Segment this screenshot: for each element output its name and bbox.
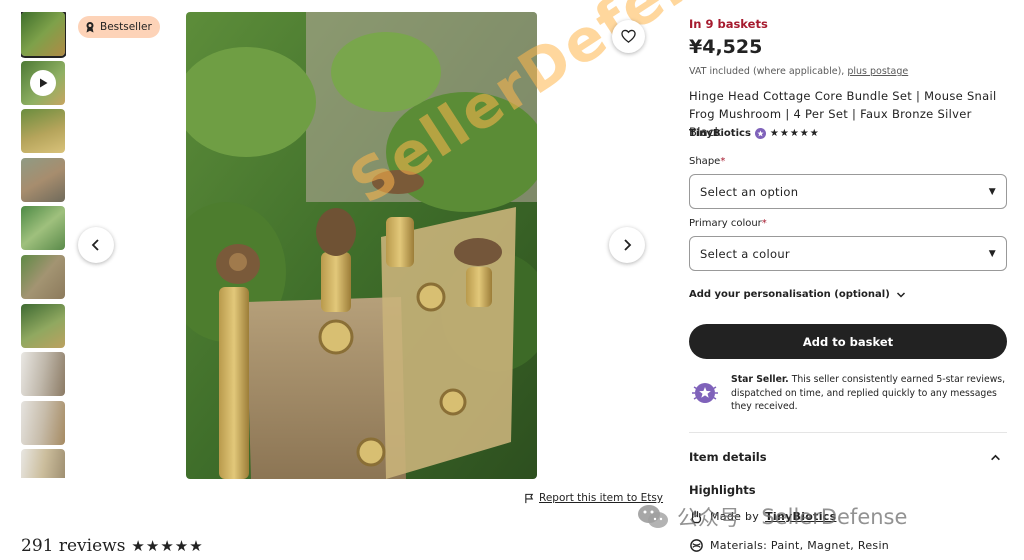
item-details-toggle[interactable]: Item details — [689, 450, 1007, 464]
caret-down-icon: ▼ — [988, 248, 996, 259]
chevron-down-icon — [896, 291, 905, 298]
add-to-basket-button[interactable]: Add to basket — [689, 324, 1007, 359]
favorite-button[interactable] — [612, 20, 645, 53]
materials-row: Materials: Paint, Magnet, Resin — [689, 538, 889, 553]
thumbnail-video[interactable] — [21, 60, 65, 105]
thumbnail-9[interactable] — [21, 400, 65, 445]
shape-label: Shape* — [689, 156, 725, 167]
thumbnail-6[interactable] — [21, 254, 65, 299]
next-image-button[interactable] — [609, 227, 645, 263]
shape-select[interactable]: Select an option ▼ — [689, 174, 1007, 209]
star-seller-title: Star Seller. — [731, 374, 789, 385]
play-icon — [30, 69, 56, 96]
thumbnail-strip — [21, 12, 66, 478]
shop-name: TinyBiotics — [689, 128, 751, 139]
previous-image-button[interactable] — [78, 227, 114, 263]
caret-down-icon: ▼ — [988, 186, 996, 197]
personalisation-label: Add your personalisation (optional) — [689, 289, 890, 300]
shape-label-text: Shape — [689, 156, 721, 167]
reviews-summary[interactable]: 291 reviews ★★★★★ — [21, 536, 204, 556]
shop-rating-stars: ★★★★★ — [769, 128, 820, 139]
thumbnail-1[interactable] — [21, 12, 66, 58]
in-baskets-notice: In 9 baskets — [689, 17, 768, 31]
star-seller-info: Star Seller. This seller consistently ea… — [689, 373, 1007, 414]
thumbnail-10[interactable] — [21, 449, 65, 478]
heart-icon — [621, 29, 636, 43]
colour-select[interactable]: Select a colour ▼ — [689, 236, 1007, 271]
chevron-left-icon — [91, 239, 99, 251]
shop-info[interactable]: TinyBiotics ★★★★★ — [689, 128, 820, 139]
thumbnail-4[interactable] — [21, 157, 65, 202]
vat-text: VAT included (where applicable), — [689, 66, 845, 77]
required-mark: * — [761, 218, 767, 229]
personalisation-toggle[interactable]: Add your personalisation (optional) — [689, 289, 906, 300]
colour-select-value: Select a colour — [700, 246, 790, 261]
vat-notice: VAT included (where applicable), plus po… — [689, 66, 908, 77]
colour-label-text: Primary colour — [689, 218, 762, 229]
reviews-stars: ★★★★★ — [131, 537, 204, 555]
wechat-name: SellerDefense — [761, 505, 908, 529]
award-icon — [86, 22, 94, 33]
required-mark: * — [720, 156, 726, 167]
chevron-right-icon — [624, 239, 632, 251]
bestseller-label: Bestseller — [100, 21, 152, 33]
star-seller-text: Star Seller. This seller consistently ea… — [731, 373, 1007, 414]
wechat-cn-label: 公众号 · — [677, 506, 754, 530]
bestseller-badge: Bestseller — [78, 16, 160, 38]
thumbnail-5[interactable] — [21, 206, 65, 251]
postage-link[interactable]: plus postage — [847, 66, 908, 77]
wechat-icon — [638, 505, 668, 528]
colour-label: Primary colour* — [689, 218, 767, 229]
reviews-count: 291 reviews — [21, 536, 126, 556]
thumbnail-3[interactable] — [21, 109, 65, 154]
thumbnail-7[interactable] — [21, 303, 65, 348]
divider — [689, 432, 1007, 433]
materials-text: Materials: Paint, Magnet, Resin — [710, 539, 890, 552]
thumbnail-8[interactable] — [21, 352, 65, 397]
item-details-label: Item details — [689, 450, 767, 464]
highlights-heading: Highlights — [689, 483, 756, 497]
shape-select-value: Select an option — [700, 184, 799, 199]
price: ¥4,525 — [689, 36, 763, 58]
flag-icon — [525, 493, 534, 503]
materials-icon — [690, 539, 703, 552]
chevron-up-icon — [991, 454, 1000, 460]
star-seller-badge-icon — [692, 383, 718, 403]
wechat-watermark: 公众号 · SellerDefense — [637, 502, 907, 532]
star-seller-icon — [754, 128, 766, 139]
